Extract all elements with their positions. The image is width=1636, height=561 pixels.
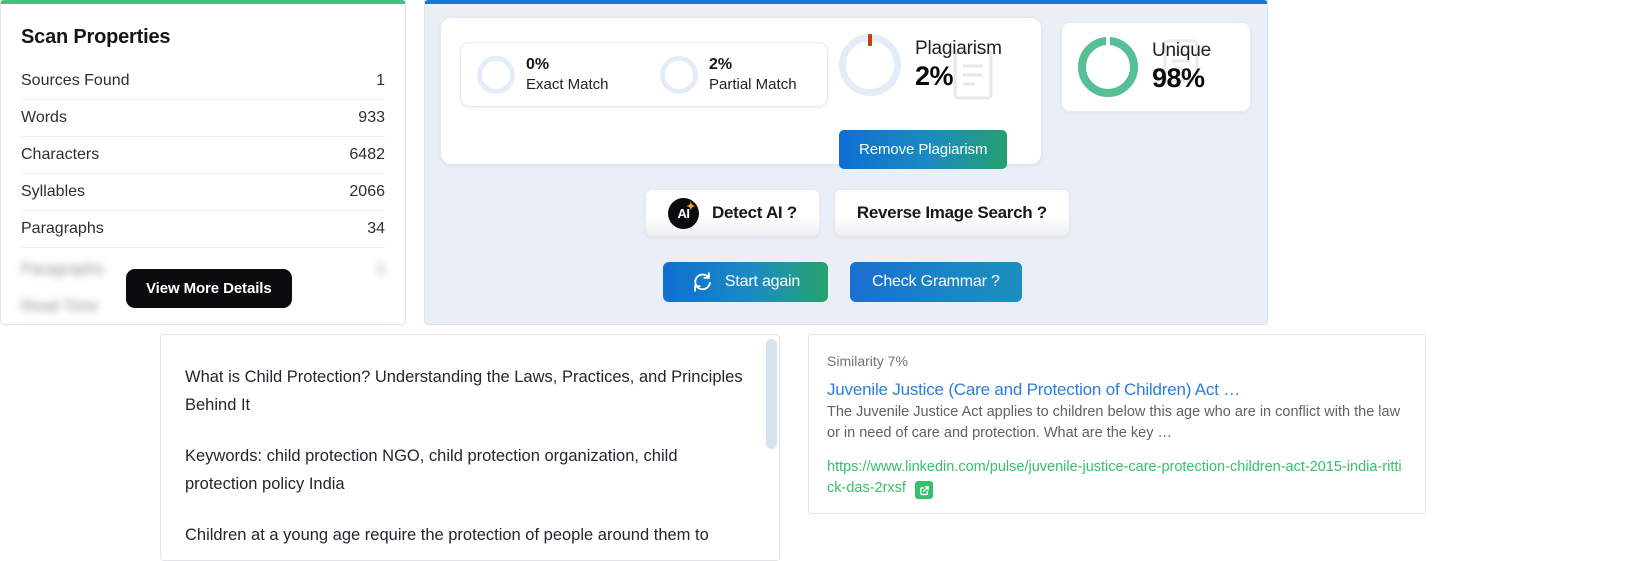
prop-label: Words [21,109,67,126]
plagiarism-panel: 0% Exact Match 2% Partial Match Plagiari… [424,0,1268,325]
document-paragraph: Keywords: child protection NGO, child pr… [185,446,678,494]
source-result-card: Similarity 7% Juvenile Justice (Care and… [808,334,1426,514]
prop-label: Sources Found [21,72,130,89]
external-link-icon[interactable] [915,481,933,500]
check-grammar-button[interactable]: Check Grammar ? [850,262,1022,302]
sparkle-icon: ✦ [686,200,695,213]
match-breakdown-box: 0% Exact Match 2% Partial Match [460,42,828,107]
prop-value: 1 [376,261,385,278]
page-title: Scan Properties [21,26,171,48]
secondary-actions: AI ✦ Detect AI ? Reverse Image Search ? [645,189,1070,237]
plagiarism-gauge-ring-icon [839,34,901,96]
plagiarism-gauge-label: Plagiarism [915,38,1002,60]
partial-match-label: Partial Match [709,75,797,93]
scan-properties-card: Scan Properties Sources Found 1 Words 93… [0,0,406,325]
prop-value: 2066 [349,183,385,200]
partial-match-percent: 2% [709,55,733,73]
refresh-icon [694,272,711,292]
source-description: The Juvenile Justice Act applies to chil… [827,403,1401,441]
unique-value: 98% [1152,62,1205,93]
start-again-label: Start again [724,273,801,290]
table-row: Paragraphs 34 [21,211,385,248]
prop-label: Paragraphs [21,261,104,278]
source-url-text: https://www.linkedin.com/pulse/juvenile-… [827,458,1402,496]
document-text-panel[interactable]: What is Child Protection? Understanding … [160,334,780,561]
detect-ai-button[interactable]: AI ✦ Detect AI ? [645,189,820,237]
source-url[interactable]: https://www.linkedin.com/pulse/juvenile-… [827,457,1405,500]
table-row: Syllables 2066 [21,174,385,211]
exact-match-percent: 0% [526,55,550,73]
unique-label: Unique [1152,40,1212,62]
primary-actions: Start again Check Grammar ? [663,262,1022,302]
reverse-image-search-label: Reverse Image Search ? [856,203,1047,222]
unique-ring-icon [1078,36,1138,97]
prop-value: 6482 [349,146,385,163]
plagiarism-gauge: Plagiarism 2% [839,34,1002,96]
unique-score-card: Unique 98% [1061,22,1251,112]
plagiarism-gauge-tick [868,34,872,46]
prop-label: Characters [21,146,100,163]
prop-label: Syllables [21,183,86,200]
document-paragraph: What is Child Protection? Understanding … [185,368,743,415]
reverse-image-search-button[interactable]: Reverse Image Search ? [833,189,1070,237]
plagiarism-gauge-value: 2% [915,60,954,91]
check-grammar-label: Check Grammar ? [872,273,1000,290]
prop-value: 1 [376,72,385,89]
exact-match-label: Exact Match [526,75,609,93]
detect-ai-label: Detect AI ? [712,203,797,222]
exact-match-item: 0% Exact Match [461,55,644,95]
document-scrollbar[interactable] [766,339,777,449]
prop-value: 933 [358,109,385,126]
prop-label: Read Time [21,298,99,315]
document-paragraph: Children at a young age require the prot… [185,525,709,544]
table-row: Sources Found 1 [21,63,385,100]
remove-plagiarism-button[interactable]: Remove Plagiarism [839,130,1008,169]
start-again-button[interactable]: Start again [663,262,828,302]
partial-match-ring-icon [660,55,698,94]
plagiarism-summary-card: 0% Exact Match 2% Partial Match Plagiari… [441,18,1041,169]
plagiarism-results-page: Scan Properties Sources Found 1 Words 93… [0,0,1636,561]
source-title-link[interactable]: Juvenile Justice (Care and Protection of… [827,380,1240,399]
unique-ring-gap [1106,36,1110,47]
prop-label: Paragraphs [21,220,104,237]
table-row: Characters 6482 [21,137,385,174]
exact-match-ring-icon [477,55,515,94]
prop-value: 34 [367,220,385,237]
partial-match-item: 2% Partial Match [644,55,827,95]
table-row: Words 933 [21,100,385,137]
view-more-details-button[interactable]: View More Details [126,269,292,308]
similarity-label: Similarity 7% [827,353,908,369]
ai-badge-icon: AI ✦ [668,197,699,229]
